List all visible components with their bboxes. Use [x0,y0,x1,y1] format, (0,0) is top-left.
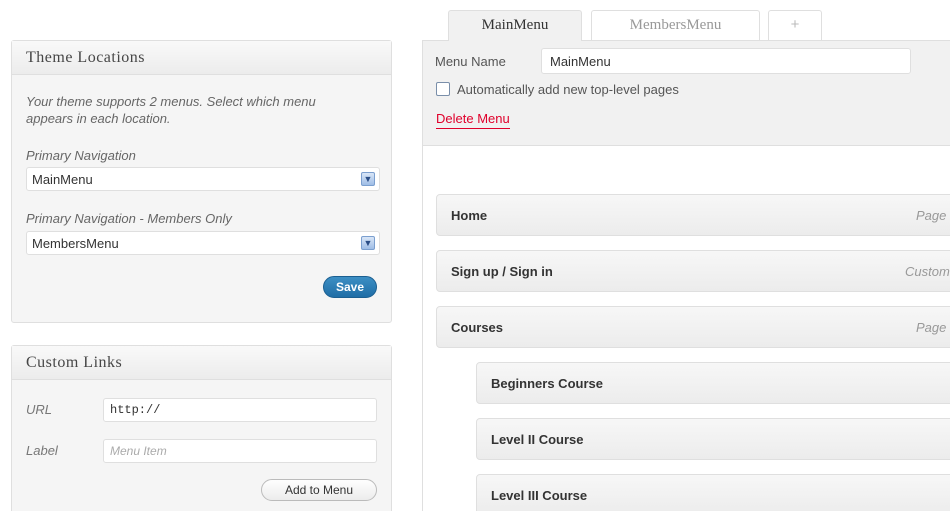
primary-navigation-label: Primary Navigation [26,148,136,163]
theme-locations-title: Theme Locations [12,41,391,75]
menu-name-label: Menu Name [435,54,506,69]
add-menu-tab[interactable]: + [768,10,822,40]
theme-locations-panel: Theme Locations Your theme supports 2 me… [11,40,392,323]
save-button[interactable]: Save [323,276,377,298]
delete-menu-link[interactable]: Delete Menu [436,111,510,129]
label-input[interactable]: Menu Item [103,439,377,463]
url-label: URL [26,402,53,417]
menu-item-title: Level II Course [491,432,584,447]
menu-item-type: Page [916,208,947,223]
menu-item-title: Courses [451,320,504,335]
url-input[interactable]: http:// [103,398,377,422]
auto-add-checkbox[interactable] [436,82,450,96]
menu-item[interactable]: Beginners Course [476,362,950,404]
label-label: Label [26,443,58,458]
tab-mainmenu[interactable]: MainMenu [448,10,582,41]
menu-item[interactable]: Sign up / Sign in Custom [436,250,950,292]
menu-editor-header: Menu Name MainMenu Automatically add new… [423,41,950,146]
members-navigation-value: MembersMenu [32,236,119,251]
menu-item[interactable]: Courses Page [436,306,950,348]
menu-item[interactable]: Level II Course [476,418,950,460]
custom-links-panel: Custom Links URL http:// Label Menu Item… [11,345,392,511]
menu-item-type: Custom [905,264,950,279]
custom-links-title: Custom Links [12,346,391,380]
menu-item[interactable]: Level III Course [476,474,950,511]
menu-item-title: Home [451,208,488,223]
theme-locations-description: Your theme supports 2 menus. Select whic… [26,94,316,126]
auto-add-label[interactable]: Automatically add new top-level pages [457,82,679,97]
menu-item[interactable]: Home Page [436,194,950,236]
members-navigation-select[interactable]: MembersMenu ▼ [26,231,380,255]
menu-name-input[interactable]: MainMenu [541,48,911,74]
primary-navigation-value: MainMenu [32,172,93,187]
menu-editor-panel: Menu Name MainMenu Automatically add new… [422,40,950,511]
menu-item-title: Beginners Course [491,376,603,391]
chevron-down-icon[interactable]: ▼ [361,236,375,250]
chevron-down-icon[interactable]: ▼ [361,172,375,186]
menu-item-title: Sign up / Sign in [451,264,553,279]
members-navigation-label: Primary Navigation - Members Only [26,211,232,226]
menu-item-title: Level III Course [491,488,588,503]
tab-membersmenu[interactable]: MembersMenu [591,10,760,40]
primary-navigation-select[interactable]: MainMenu ▼ [26,167,380,191]
add-to-menu-button[interactable]: Add to Menu [261,479,377,501]
menu-item-type: Page [916,320,947,335]
